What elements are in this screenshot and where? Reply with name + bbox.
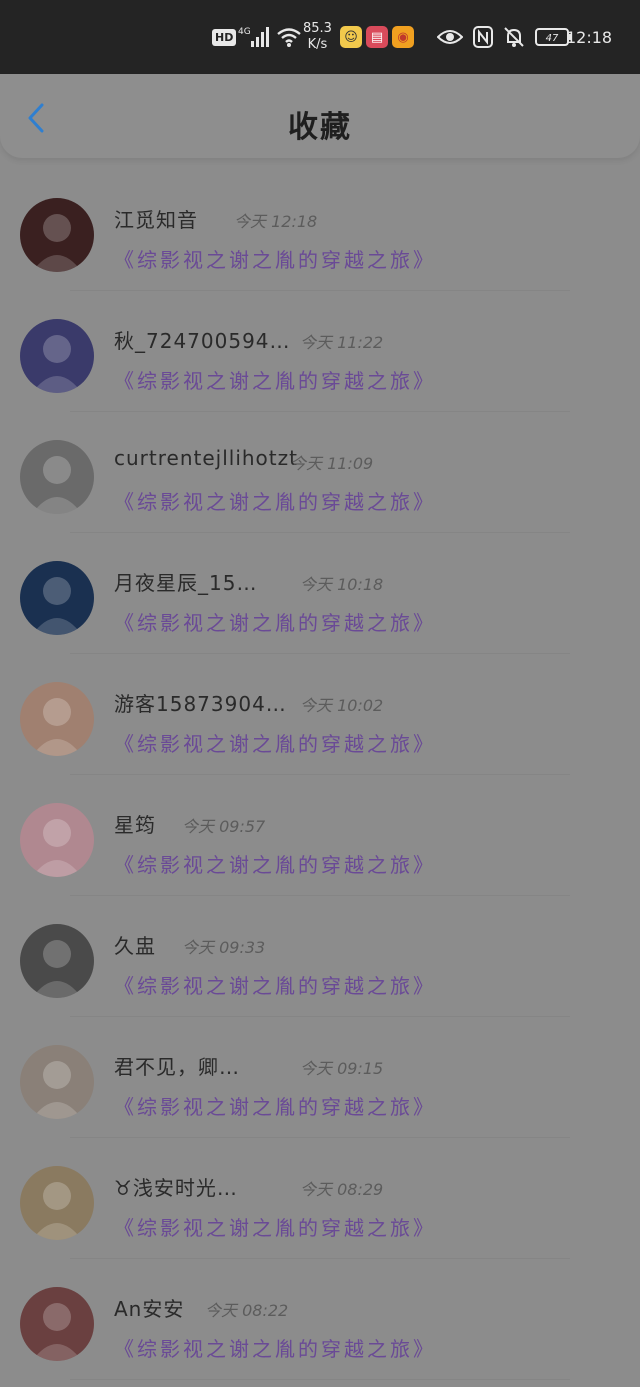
- notification-app-icons: ☺ ▤ ◉: [340, 0, 414, 74]
- user-name: ♉浅安时光…: [114, 1176, 238, 1200]
- book-title-link[interactable]: 《综影视之谢之胤的穿越之旅》: [114, 1091, 436, 1120]
- list-item[interactable]: 月夜星辰_15… 今天 10:18 《综影视之谢之胤的穿越之旅》: [0, 533, 640, 654]
- favorite-time: 今天 12:18: [234, 212, 318, 231]
- book-title-link[interactable]: 《综影视之谢之胤的穿越之旅》: [114, 1333, 436, 1362]
- favorite-time: 今天 08:22: [205, 1301, 289, 1320]
- favorite-time: 今天 11:22: [300, 333, 384, 352]
- list-item[interactable]: 江觅知音 今天 12:18 《综影视之谢之胤的穿越之旅》: [0, 170, 640, 291]
- avatar[interactable]: [20, 319, 94, 393]
- system-icons: 47: [437, 0, 573, 74]
- favorites-list: 江觅知音 今天 12:18 《综影视之谢之胤的穿越之旅》 秋_724700594… 今天…: [0, 170, 640, 1380]
- user-name: curtrentejllihotzt: [114, 446, 298, 470]
- avatar[interactable]: [20, 924, 94, 998]
- user-name: 星筠: [114, 813, 156, 837]
- nfc-icon: [473, 26, 493, 48]
- eye-icon: [437, 30, 463, 44]
- user-name: 君不见，卿…: [114, 1055, 240, 1079]
- book-title-link[interactable]: 《综影视之谢之胤的穿越之旅》: [114, 365, 436, 394]
- wifi-icon: [276, 0, 302, 74]
- network-speed-unit: K/s: [307, 37, 328, 52]
- book-title-link[interactable]: 《综影视之谢之胤的穿越之旅》: [114, 1212, 436, 1241]
- favorite-time: 今天 08:29: [300, 1180, 384, 1199]
- book-title-link[interactable]: 《综影视之谢之胤的穿越之旅》: [114, 728, 436, 757]
- list-item[interactable]: ♉浅安时光… 今天 08:29 《综影视之谢之胤的穿越之旅》: [0, 1138, 640, 1259]
- list-item[interactable]: 君不见，卿… 今天 09:15 《综影视之谢之胤的穿越之旅》: [0, 1017, 640, 1138]
- list-item[interactable]: 秋_724700594… 今天 11:22 《综影视之谢之胤的穿越之旅》: [0, 291, 640, 412]
- list-item[interactable]: 久盅 今天 09:33 《综影视之谢之胤的穿越之旅》: [0, 896, 640, 1017]
- user-name: An安安: [114, 1297, 185, 1321]
- list-item[interactable]: 星筠 今天 09:57 《综影视之谢之胤的穿越之旅》: [0, 775, 640, 896]
- battery-level: 47: [546, 33, 559, 44]
- signal-icon: 4G: [238, 0, 272, 74]
- status-bar: HD 4G 85.3 K/s ☺ ▤ ◉ 47 12:18: [0, 0, 640, 74]
- divider: [70, 1379, 570, 1380]
- favorite-time: 今天 10:18: [300, 575, 384, 594]
- avatar[interactable]: [20, 1166, 94, 1240]
- hd-label: HD: [212, 28, 237, 46]
- user-name: 月夜星辰_15…: [114, 571, 258, 595]
- network-speed-value: 85.3: [303, 21, 332, 36]
- header-bar: 收藏: [0, 74, 640, 158]
- list-item[interactable]: curtrentejllihotzt 今天 11:09 《综影视之谢之胤的穿越之旅》: [0, 412, 640, 533]
- avatar[interactable]: [20, 1045, 94, 1119]
- user-name: 江觅知音: [114, 208, 198, 232]
- user-name: 秋_724700594…: [114, 329, 291, 353]
- network-type-label: 4G: [238, 27, 251, 37]
- wechat-app-icon: ☺: [340, 26, 362, 48]
- mute-icon: [504, 27, 524, 47]
- weibo-app-icon: ◉: [392, 26, 414, 48]
- network-speed: 85.3 K/s: [303, 0, 332, 74]
- page-title: 收藏: [288, 110, 352, 145]
- avatar[interactable]: [20, 440, 94, 514]
- status-time: 12:18: [566, 27, 613, 47]
- avatar[interactable]: [20, 1287, 94, 1361]
- hd-icon: HD: [212, 0, 237, 74]
- book-title-link[interactable]: 《综影视之谢之胤的穿越之旅》: [114, 244, 436, 273]
- favorite-time: 今天 09:33: [182, 938, 266, 957]
- book-title-link[interactable]: 《综影视之谢之胤的穿越之旅》: [114, 849, 436, 878]
- book-app-icon: ▤: [366, 26, 388, 48]
- favorite-time: 今天 10:02: [300, 696, 384, 715]
- avatar[interactable]: [20, 561, 94, 635]
- avatar[interactable]: [20, 803, 94, 877]
- book-title-link[interactable]: 《综影视之谢之胤的穿越之旅》: [114, 607, 436, 636]
- list-item[interactable]: An安安 今天 08:22 《综影视之谢之胤的穿越之旅》: [0, 1259, 640, 1380]
- favorite-time: 今天 09:15: [300, 1059, 384, 1078]
- book-title-link[interactable]: 《综影视之谢之胤的穿越之旅》: [114, 970, 436, 999]
- favorite-time: 今天 11:09: [290, 454, 374, 473]
- favorite-time: 今天 09:57: [182, 817, 266, 836]
- avatar[interactable]: [20, 682, 94, 756]
- user-name: 久盅: [114, 934, 156, 958]
- list-item[interactable]: 游客15873904… 今天 10:02 《综影视之谢之胤的穿越之旅》: [0, 654, 640, 775]
- user-name: 游客15873904…: [114, 692, 287, 716]
- book-title-link[interactable]: 《综影视之谢之胤的穿越之旅》: [114, 486, 436, 515]
- avatar[interactable]: [20, 198, 94, 272]
